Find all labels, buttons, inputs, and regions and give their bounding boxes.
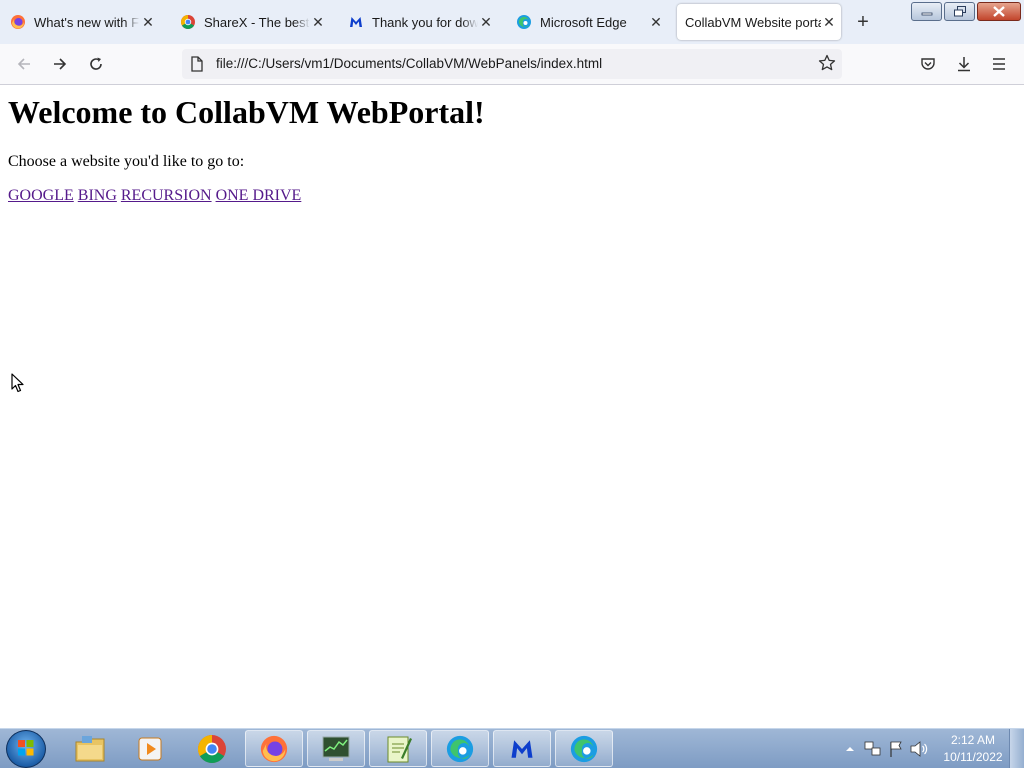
start-button[interactable]	[6, 730, 46, 768]
page-prompt: Choose a website you'd like to go to:	[8, 153, 245, 170]
tab-title: Microsoft Edge	[540, 14, 627, 30]
task-manager-icon	[322, 736, 350, 761]
restore-icon	[953, 6, 966, 17]
navigation-toolbar: file:///C:/Users/vm1/Documents/CollabVM/…	[0, 44, 1024, 85]
forward-arrow-icon	[54, 58, 67, 70]
file-explorer-icon	[75, 735, 105, 761]
chrome-icon	[198, 734, 226, 763]
taskbar-notepad[interactable]	[369, 730, 427, 767]
tab-sharex[interactable]: ShareX - The best free ✕	[170, 4, 330, 40]
taskbar: 2:12 AM 10/11/2022	[0, 728, 1024, 768]
new-tab-button[interactable]: +	[852, 10, 874, 34]
volume-icon[interactable]	[909, 740, 929, 758]
tab-title: CollabVM Website portal	[685, 14, 821, 30]
tab-whats-new-firefox[interactable]: What's new with Firefox ✕	[0, 4, 160, 40]
close-icon[interactable]: ✕	[478, 14, 494, 30]
pocket-icon	[921, 58, 935, 70]
back-button[interactable]	[10, 50, 38, 78]
address-bar[interactable]: file:///C:/Users/vm1/Documents/CollabVM/…	[182, 49, 842, 79]
back-arrow-icon	[17, 58, 30, 70]
taskbar-firefox[interactable]	[245, 730, 303, 767]
url-text: file:///C:/Users/vm1/Documents/CollabVM/…	[216, 56, 603, 71]
firefox-icon	[11, 15, 25, 29]
show-desktop-button[interactable]	[1009, 729, 1024, 768]
reload-icon	[90, 57, 102, 70]
media-player-icon	[138, 737, 162, 760]
taskbar-edge[interactable]	[431, 730, 489, 767]
menu-button[interactable]	[985, 50, 1013, 78]
hamburger-menu-icon	[993, 58, 1005, 70]
tab-collabvm-portal[interactable]: CollabVM Website portal ✕	[677, 4, 841, 40]
clock-date: 10/11/2022	[943, 750, 1003, 764]
link-google[interactable]: GOOGLE	[8, 187, 74, 204]
minimize-icon	[921, 12, 932, 15]
link-list: GOOGLE BING RECURSION ONE DRIVE	[8, 187, 301, 205]
page-icon	[191, 56, 203, 72]
close-icon[interactable]: ✕	[140, 14, 156, 30]
forward-button[interactable]	[46, 50, 74, 78]
clock-time: 2:12 AM	[950, 733, 996, 747]
taskbar-media-player[interactable]	[121, 730, 179, 767]
taskbar-chrome[interactable]	[183, 730, 241, 767]
taskbar-task-manager[interactable]	[307, 730, 365, 767]
minimize-button[interactable]	[911, 2, 942, 21]
page-heading: Welcome to CollabVM WebPortal!	[8, 94, 485, 130]
action-center-flag-icon[interactable]	[887, 740, 905, 758]
taskbar-file-explorer[interactable]	[61, 730, 119, 767]
mouse-cursor-icon	[11, 373, 24, 393]
edge-icon	[517, 15, 531, 29]
network-icon[interactable]	[863, 740, 883, 758]
windows-logo-icon	[18, 740, 34, 756]
downloads-button[interactable]	[950, 50, 978, 78]
taskbar-malwarebytes[interactable]	[493, 730, 551, 767]
system-tray	[843, 729, 929, 768]
link-one-drive[interactable]: ONE DRIVE	[216, 187, 302, 204]
show-hidden-icons-icon[interactable]	[843, 742, 857, 756]
tab-thank-you-download[interactable]: Thank you for downloading ✕	[338, 4, 498, 40]
clock[interactable]: 2:12 AM 10/11/2022	[938, 732, 1008, 766]
link-recursion[interactable]: RECURSION	[121, 187, 212, 204]
download-icon	[958, 57, 970, 72]
window-controls	[909, 2, 1021, 21]
tab-title: ShareX - The best free	[204, 14, 310, 30]
reload-button[interactable]	[82, 50, 110, 78]
tab-title: What's new with Firefox	[34, 14, 140, 30]
restore-button[interactable]	[944, 2, 975, 21]
edge-icon	[446, 735, 474, 762]
close-icon[interactable]: ✕	[648, 14, 664, 30]
pocket-button[interactable]	[914, 50, 942, 78]
tab-title: Thank you for downloading	[372, 14, 478, 30]
page-content: Welcome to CollabVM WebPortal! Choose a …	[0, 85, 1024, 728]
link-bing[interactable]: BING	[78, 187, 117, 204]
close-window-button[interactable]	[977, 2, 1021, 21]
close-icon[interactable]: ✕	[821, 14, 837, 30]
close-icon[interactable]: ✕	[310, 14, 326, 30]
close-icon	[993, 6, 1005, 17]
malwarebytes-icon	[350, 17, 362, 27]
tab-strip: What's new with Firefox ✕ ShareX - The b…	[0, 0, 1024, 44]
taskbar-edge-2[interactable]	[555, 730, 613, 767]
firefox-icon	[260, 735, 288, 762]
notepad-icon	[387, 736, 412, 762]
chrome-icon	[181, 15, 195, 29]
edge-icon	[570, 735, 598, 762]
malwarebytes-icon	[511, 739, 533, 758]
bookmark-star-icon[interactable]	[818, 54, 836, 72]
tab-microsoft-edge[interactable]: Microsoft Edge ✕	[506, 4, 668, 40]
